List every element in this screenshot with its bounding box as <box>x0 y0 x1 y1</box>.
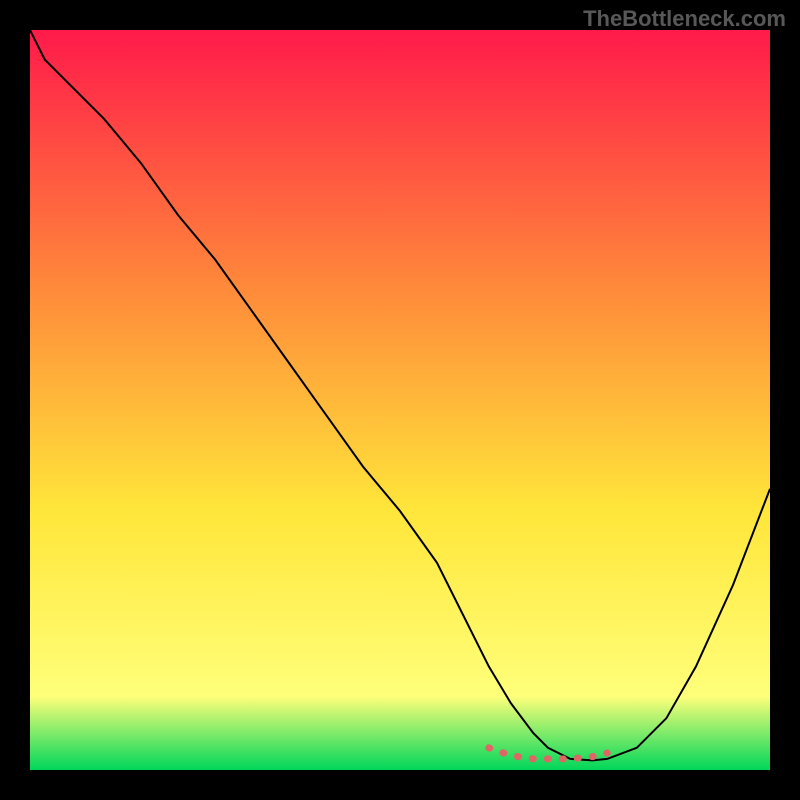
watermark-label: TheBottleneck.com <box>583 6 786 32</box>
chart-plot-area <box>30 30 770 770</box>
chart-svg <box>30 30 770 770</box>
chart-background <box>30 30 770 770</box>
